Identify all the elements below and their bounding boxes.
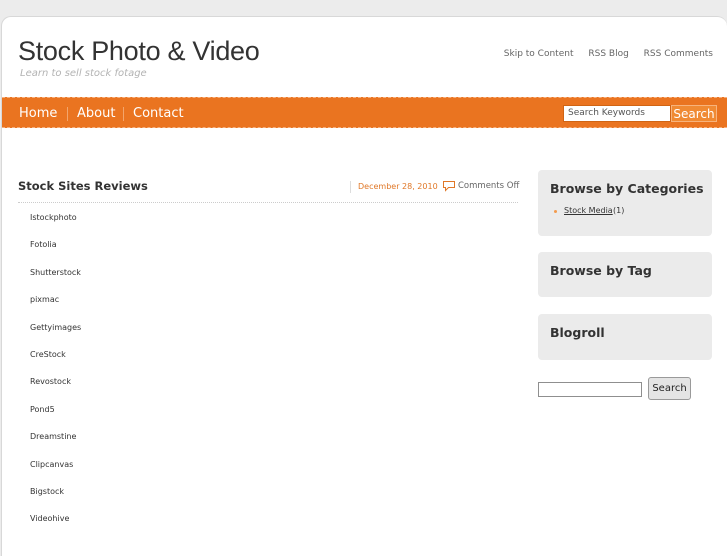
list-item: Clipcanvas — [30, 459, 74, 469]
rss-comments-link[interactable]: RSS Comments — [644, 49, 713, 59]
list-item: Pond5 — [30, 404, 55, 414]
main-navigation: Home About Contact Search Keywords Searc… — [2, 97, 727, 128]
nav-separator — [123, 107, 124, 121]
post-divider — [18, 202, 518, 203]
categories-widget-title: Browse by Categories — [550, 181, 704, 196]
bullet-icon — [554, 210, 557, 213]
tags-widget: Browse by Tag — [538, 252, 712, 297]
categories-widget: Browse by Categories Stock Media (1) — [538, 170, 712, 236]
nav-item-contact[interactable]: Contact — [133, 106, 184, 121]
list-item: Dreamstine — [30, 432, 77, 442]
list-item: pixmac — [30, 295, 60, 305]
post-date[interactable]: December 28, 2010 — [358, 182, 438, 191]
list-item: CreStock — [30, 349, 66, 359]
sidebar-search-button[interactable]: Search — [648, 377, 691, 400]
tags-widget-title: Browse by Tag — [550, 263, 652, 278]
stock-site-list: Istockphoto Fotolia Shutterstock pixmac … — [30, 213, 81, 542]
blogroll-widget: Blogroll — [538, 314, 712, 360]
sidebar-search-input[interactable] — [538, 382, 642, 397]
post-title[interactable]: Stock Sites Reviews — [18, 179, 148, 193]
top-links: Skip to Content RSS Blog RSS Comments — [492, 49, 713, 59]
search-button[interactable]: Search — [671, 105, 717, 122]
list-item: Revostock — [30, 377, 71, 387]
list-item: Bigstock — [30, 486, 65, 496]
blogroll-widget-title: Blogroll — [550, 325, 605, 340]
list-item: Istockphoto — [30, 213, 77, 222]
list-item: Shutterstock — [30, 267, 81, 277]
list-item: Fotolia — [30, 240, 57, 250]
category-count: (1) — [613, 206, 625, 215]
nav-separator — [67, 107, 68, 121]
site-title[interactable]: Stock Photo & Video — [18, 36, 260, 67]
search-input[interactable]: Search Keywords — [563, 105, 671, 122]
list-item: Videohive — [30, 514, 70, 524]
comment-bubble-icon — [443, 181, 455, 192]
site-tagline: Learn to sell stock fotage — [20, 68, 147, 79]
nav-item-about[interactable]: About — [77, 106, 115, 121]
skip-to-content-link[interactable]: Skip to Content — [504, 49, 574, 59]
page-container: Stock Photo & Video Learn to sell stock … — [1, 16, 727, 556]
category-link-stock-media[interactable]: Stock Media — [564, 206, 613, 215]
rss-blog-link[interactable]: RSS Blog — [588, 49, 628, 59]
meta-separator — [350, 181, 351, 193]
list-item: Gettyimages — [30, 322, 82, 332]
nav-item-home[interactable]: Home — [19, 106, 57, 121]
comments-status: Comments Off — [458, 181, 520, 191]
